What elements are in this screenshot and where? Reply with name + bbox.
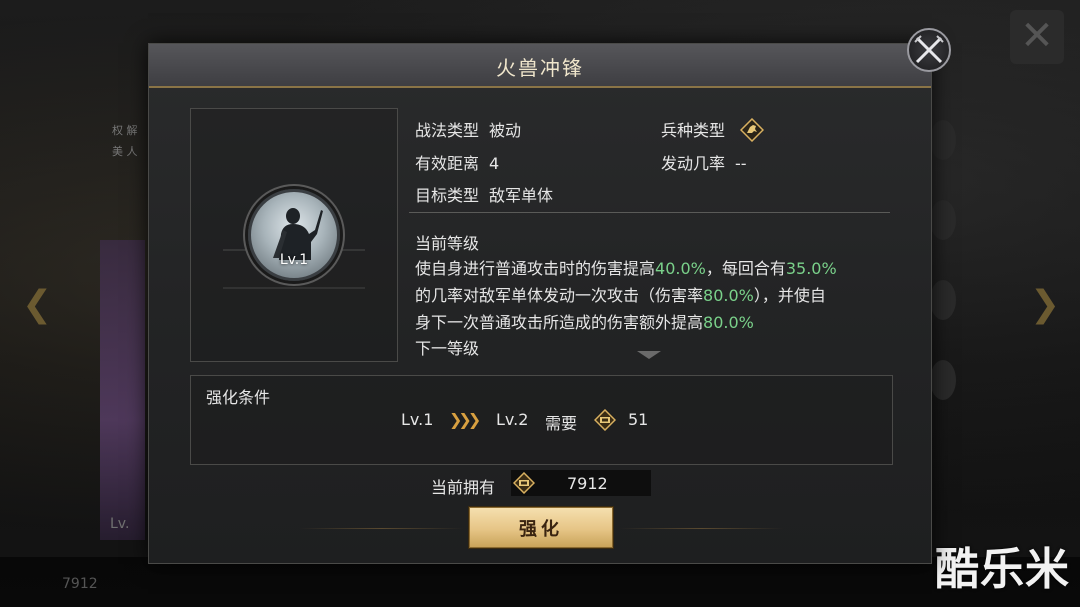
enhance-button[interactable]: 强化 — [469, 507, 613, 548]
button-decor-left — [299, 528, 464, 529]
dialog-title: 火兽冲锋 — [496, 56, 584, 80]
description-line-1: 使自身进行普通攻击时的伤害提高40.0%，每回合有35.0% — [415, 255, 890, 282]
range-value: 4 — [489, 154, 500, 173]
background-level: Lv. — [110, 516, 130, 532]
skill-portrait-panel: Lv.1 — [190, 108, 398, 362]
background-portrait: Lv. — [100, 240, 145, 540]
need-label: 需要 — [545, 414, 578, 433]
scroll-down-icon[interactable] — [637, 351, 661, 359]
watermark: 酷乐米 — [935, 544, 1070, 595]
next-arrow-icon[interactable]: ❯ — [1030, 284, 1060, 325]
skill-description: 使自身进行普通攻击时的伤害提高40.0%，每回合有35.0% 的几率对敌军单体发… — [415, 255, 890, 336]
background-right-icons — [930, 120, 960, 440]
troop-type-row: 兵种类型 — [661, 117, 765, 144]
crossed-swords-close-icon — [914, 35, 944, 64]
target-label: 目标类型 — [415, 186, 480, 205]
description-line-2: 的几率对敌军单体发动一次攻击（伤害率80.0%），并使自 — [415, 282, 890, 309]
tactic-type-value: 被动 — [489, 121, 522, 140]
upgrade-row: Lv.1 ❯❯❯ Lv.2 需要 51 — [191, 408, 892, 433]
background-bottom-bar: 7912 — [0, 557, 1080, 607]
skill-icon: Lv.1 — [248, 189, 340, 281]
background-count: 7912 — [62, 576, 98, 592]
target-row: 目标类型 敌军单体 — [415, 182, 553, 206]
background-close-icon[interactable]: ✕ — [1010, 10, 1064, 64]
prev-arrow-icon[interactable]: ❮ — [22, 284, 52, 325]
horse-troop-icon — [740, 117, 765, 142]
trigger-rate-label: 发动几率 — [661, 154, 726, 173]
enhance-button-label: 强化 — [519, 518, 563, 540]
range-row: 有效距离 4 — [415, 150, 499, 174]
button-decor-right — [619, 528, 784, 529]
token-icon — [594, 409, 616, 431]
skill-level: Lv.1 — [279, 252, 309, 268]
trigger-rate-row: 发动几率 -- — [661, 150, 747, 174]
desc-text: 使自身进行普通攻击时的伤害提高 — [415, 259, 656, 278]
target-value: 敌军单体 — [489, 186, 554, 205]
tactic-type-row: 战法类型 被动 — [415, 117, 521, 141]
description-line-3: 身下一次普通攻击所造成的伤害额外提高80.0% — [415, 309, 890, 336]
close-button[interactable] — [907, 28, 951, 72]
from-level: Lv.1 — [401, 410, 434, 429]
skill-dialog: 火兽冲锋 Lv.1 战法类型被动 有效距离 4 目标类型敌军单体 兵种类型 — [148, 28, 951, 564]
desc-text: ），并使自 — [753, 286, 826, 305]
background-vertical-text: 权 解 美 人 — [112, 124, 138, 158]
tactic-type-label: 战法类型 — [415, 121, 480, 140]
triple-chevron-icon: ❯❯❯ — [449, 410, 481, 429]
current-level-title: 当前等级 — [415, 234, 480, 253]
owned-label: 当前拥有 — [431, 478, 496, 497]
desc-value: 40.0% — [655, 259, 706, 278]
info-divider — [409, 212, 890, 213]
desc-text: 身下一次普通攻击所造成的伤害额外提高 — [415, 313, 704, 332]
desc-text: ，每回合有 — [705, 259, 786, 278]
desc-value: 35.0% — [785, 259, 837, 278]
upgrade-condition-panel: 强化条件 Lv.1 ❯❯❯ Lv.2 需要 51 — [190, 375, 893, 465]
desc-text: 的几率对敌军单体发动一次攻击（伤害率 — [415, 286, 704, 305]
next-level-title: 下一等级 — [415, 339, 480, 358]
need-value: 51 — [628, 410, 649, 429]
owned-value: 7912 — [567, 474, 608, 493]
owned-token-icon — [513, 472, 535, 494]
range-label: 有效距离 — [415, 154, 480, 173]
desc-value: 80.0% — [703, 313, 754, 332]
to-level: Lv.2 — [496, 410, 529, 429]
dialog-header: 火兽冲锋 — [149, 44, 931, 88]
troop-type-label: 兵种类型 — [661, 121, 726, 140]
desc-value: 80.0% — [703, 286, 754, 305]
trigger-rate-value: -- — [735, 154, 747, 173]
upgrade-condition-title: 强化条件 — [206, 388, 271, 407]
